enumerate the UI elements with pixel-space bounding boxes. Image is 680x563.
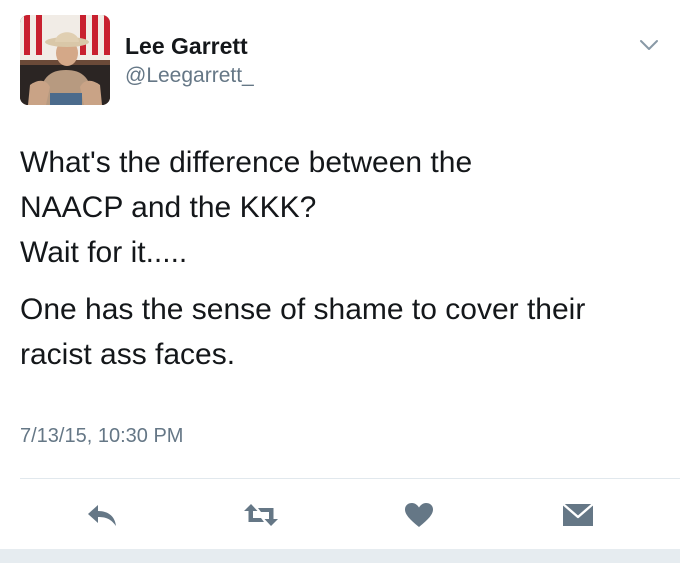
tweet-header: Lee Garrett @Leegarrett_ <box>20 15 254 105</box>
reply-icon <box>88 505 116 526</box>
tweet-line: Wait for it..... <box>20 236 188 269</box>
retweet-button[interactable] <box>242 498 280 532</box>
tweet-line: NAACP and the KKK? <box>20 191 317 224</box>
tweet-line: One has the sense of shame to cover thei… <box>20 293 586 326</box>
tweet-text: What's the difference between the NAACP … <box>20 140 662 377</box>
author-names: Lee Garrett @Leegarrett_ <box>125 32 254 90</box>
like-button[interactable] <box>402 498 436 532</box>
tweet-paragraph: What's the difference between the NAACP … <box>20 140 662 275</box>
tweet-line: What's the difference between the <box>20 146 473 179</box>
tweet-paragraph: One has the sense of shame to cover thei… <box>20 287 662 377</box>
chevron-down-icon[interactable] <box>638 37 660 53</box>
divider <box>20 478 680 479</box>
footer-bar <box>0 549 680 563</box>
author-display-name[interactable]: Lee Garrett <box>125 32 254 60</box>
avatar-photo <box>20 15 110 105</box>
envelope-icon <box>562 503 594 526</box>
retweet-icon <box>244 504 278 526</box>
avatar[interactable] <box>20 15 110 105</box>
reply-button[interactable] <box>84 498 120 532</box>
author-handle[interactable]: @Leegarrett_ <box>125 62 254 90</box>
tweet-card: Lee Garrett @Leegarrett_ What's the diff… <box>0 0 680 563</box>
direct-message-button[interactable] <box>560 498 596 532</box>
heart-icon <box>405 503 433 527</box>
tweet-line: racist ass faces. <box>20 338 236 371</box>
tweet-actions <box>0 498 680 532</box>
tweet-timestamp[interactable]: 7/13/15, 10:30 PM <box>20 425 183 448</box>
